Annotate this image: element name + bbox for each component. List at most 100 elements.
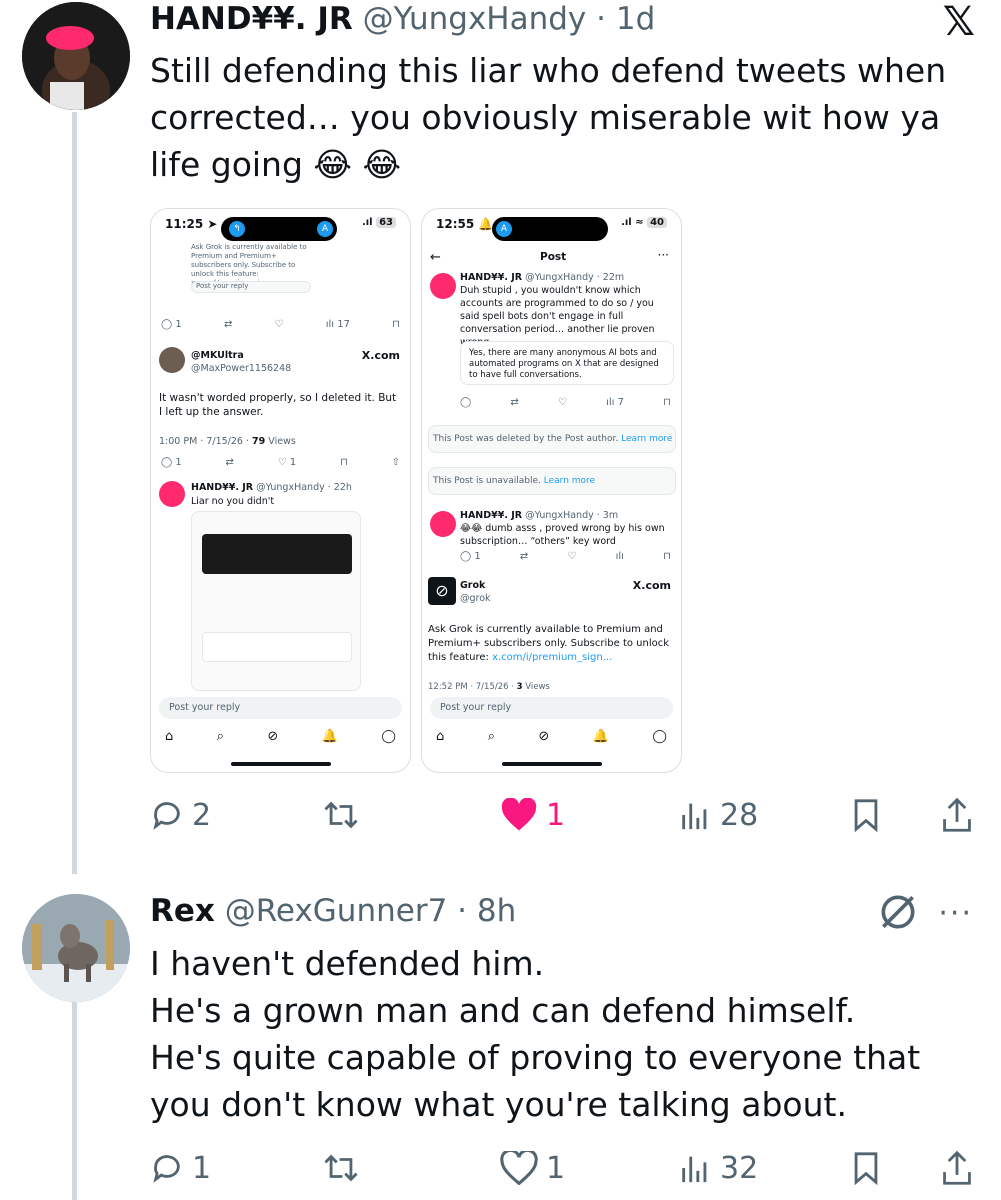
bookmark-button[interactable] [850, 793, 882, 837]
reply-text: Liar no you didn't [191, 496, 275, 507]
home-icon[interactable]: ⌂ [436, 729, 444, 747]
attached-image[interactable]: 12:55 🔔 .ıl ≈ 40 A ← Post ··· HAND¥¥. JR… [421, 208, 682, 773]
bookmark-icon [854, 799, 878, 832]
grok-icon[interactable]: ⊘ [538, 729, 549, 747]
like-count: 1 [546, 797, 566, 833]
heart-filled-icon [501, 798, 537, 831]
action-row: ◯ 1 ⇄ ♡ ılı 17 ⊓ [161, 319, 400, 330]
action-row: ◯ ⇄ ♡ ılı 7 ⊓ [460, 397, 671, 408]
reply-icon[interactable]: ◯ 1 [161, 319, 182, 330]
bookmark-icon [854, 1152, 878, 1185]
display-name[interactable]: Rex [150, 893, 215, 929]
views-icon[interactable]: ılı [616, 551, 624, 562]
retweet-icon[interactable]: ⇄ [226, 457, 234, 468]
like-icon[interactable]: ♡ 1 [278, 457, 297, 468]
search-icon[interactable]: ⌕ [217, 729, 224, 747]
avatar[interactable] [430, 273, 456, 299]
nested-screenshot[interactable] [191, 511, 361, 691]
app-icon: A [317, 221, 333, 237]
timestamp[interactable]: · 8h [457, 893, 516, 929]
share-icon [943, 1150, 971, 1185]
handle[interactable]: @RexGunner7 [225, 893, 448, 929]
grok-handle[interactable]: @grok [460, 592, 491, 605]
more-options-icon[interactable]: ··· [938, 896, 973, 931]
notifications-icon[interactable]: 🔔 [322, 729, 338, 747]
reply-input[interactable]: Post your reply [191, 281, 311, 293]
user-name[interactable]: @MKUltra [191, 349, 244, 362]
grok-name[interactable]: Grok [460, 579, 485, 592]
reply-icon [153, 802, 180, 830]
like-icon[interactable]: ♡ [558, 397, 567, 408]
home-icon[interactable]: ⌂ [165, 729, 173, 747]
quoted-reply[interactable]: Yes, there are many anonymous AI bots an… [460, 341, 674, 385]
bookmark-button[interactable] [850, 1146, 882, 1190]
x-logo-icon[interactable]: 𝕏 [943, 2, 975, 42]
bookmark-icon[interactable]: ⊓ [663, 551, 671, 562]
home-indicator [231, 762, 331, 766]
home-indicator [502, 762, 602, 766]
bookmark-icon[interactable]: ⊓ [340, 457, 348, 468]
reply-button[interactable]: 1 [150, 1146, 211, 1190]
like-button[interactable]: 1 [500, 793, 565, 837]
action-row: ◯ 1 ⇄ ♡ 1 ⊓ ⇧ [161, 457, 400, 468]
reply-icon[interactable]: ◯ [460, 397, 471, 408]
user-handle[interactable]: @MaxPower1156248 [191, 362, 291, 375]
display-name[interactable]: HAND¥¥. JR [150, 1, 353, 37]
messages-icon[interactable]: ◯ [652, 729, 667, 747]
action-row: ◯ 1 ⇄ ♡ ılı ⊓ [460, 551, 671, 562]
reply-header: HAND¥¥. JR @YungxHandy · 22h [191, 482, 352, 493]
avatar[interactable] [430, 511, 456, 537]
avatar[interactable] [22, 894, 130, 1002]
tweet-text-line: you don't know what you're talking about… [150, 1085, 847, 1124]
views-icon[interactable]: ılı 17 [326, 319, 350, 330]
bookmark-icon[interactable]: ⊓ [663, 397, 671, 408]
reply-button[interactable]: 2 [150, 793, 211, 837]
reply-icon[interactable]: ◯ 1 [460, 551, 481, 562]
like-icon[interactable]: ♡ [275, 319, 284, 330]
bookmark-icon[interactable]: ⊓ [392, 319, 400, 330]
reply-arrow-icon: ↰ [229, 221, 245, 237]
bottom-nav: ⌂ ⌕ ⊘ 🔔 ◯ [436, 729, 667, 747]
more-icon[interactable]: ··· [658, 249, 669, 262]
reply-input[interactable]: Post your reply [159, 697, 402, 719]
reply-icon[interactable]: ◯ 1 [161, 457, 182, 468]
views-button[interactable]: 32 [678, 1146, 758, 1190]
like-icon[interactable]: ♡ [567, 551, 576, 562]
back-arrow-icon[interactable]: ← [430, 251, 441, 264]
views-icon [682, 1156, 707, 1183]
share-button[interactable] [940, 793, 974, 837]
retweet-icon[interactable]: ⇄ [510, 397, 518, 408]
tweet-text: I haven't defended him. He's a grown man… [150, 940, 970, 1128]
share-button[interactable] [940, 1146, 974, 1190]
like-count: 1 [546, 1150, 566, 1186]
retweet-button[interactable] [322, 1146, 368, 1190]
tweet-actions: 1 1 32 [150, 1146, 980, 1190]
views-button[interactable]: 28 [678, 793, 758, 837]
share-icon[interactable]: ⇧ [392, 457, 400, 468]
search-icon[interactable]: ⌕ [488, 729, 495, 747]
retweet-icon[interactable]: ⇄ [520, 551, 528, 562]
retweet-icon[interactable]: ⇄ [224, 319, 232, 330]
reply-header: HAND¥¥. JR @YungxHandy · 3m [460, 510, 619, 521]
attached-image[interactable]: 11:25 ➤ .ıl 63 ↰ A Ask Grok is currently… [150, 208, 411, 773]
like-button[interactable]: 1 [500, 1146, 565, 1190]
notifications-icon[interactable]: 🔔 [593, 729, 609, 747]
avatar[interactable] [22, 2, 130, 110]
reply-count: 1 [192, 1150, 212, 1186]
tweet-text-line: He's a grown man and can defend himself. [150, 991, 856, 1030]
messages-icon[interactable]: ◯ [381, 729, 396, 747]
tweet-header: HAND¥¥. JR @YungxHandy · 1d [150, 0, 655, 38]
reply-input[interactable]: Post your reply [430, 697, 673, 719]
avatar[interactable] [159, 347, 185, 373]
views-count: 28 [720, 797, 759, 833]
timestamp[interactable]: · 1d [596, 1, 655, 37]
retweet-button[interactable] [322, 793, 368, 837]
grok-icon[interactable] [876, 890, 920, 934]
grok-logo-icon[interactable]: ⊘ [428, 577, 456, 605]
avatar[interactable] [159, 481, 185, 507]
dynamic-island: ↰ A [221, 217, 337, 241]
handle[interactable]: @YungxHandy [363, 1, 587, 37]
share-icon [943, 797, 971, 832]
grok-icon[interactable]: ⊘ [267, 729, 278, 747]
views-icon[interactable]: ılı 7 [606, 397, 624, 408]
